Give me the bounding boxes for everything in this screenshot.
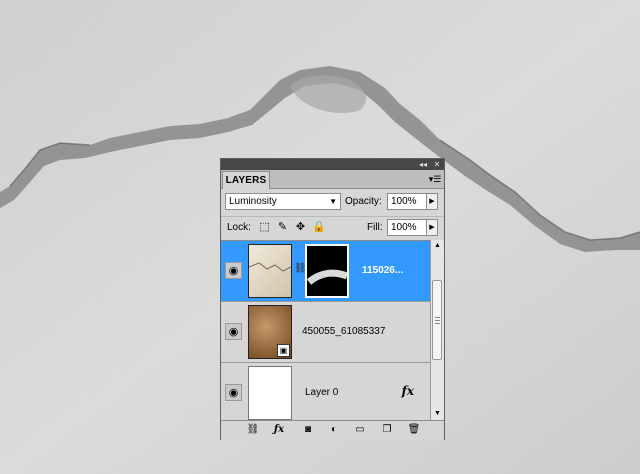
lock-fill-row: Lock: ⬚ ✎ ✥ 🔒 Fill: 100% ▶ (221, 216, 444, 239)
chevron-down-icon: ▼ (329, 197, 337, 206)
blend-opacity-row: Luminosity ▼ Opacity: 100% ▶ (221, 190, 444, 214)
scroll-up-icon[interactable]: ▲ (431, 240, 444, 252)
layer-thumbnail[interactable] (248, 244, 292, 298)
eye-icon[interactable]: ◉ (225, 262, 242, 279)
fx-icon[interactable]: fx (402, 384, 414, 398)
fill-input[interactable]: 100% (387, 219, 427, 236)
panel-bottom-bar: ⛓ ƒx ◙ ◐ ▭ ❐ 🗑 (221, 420, 444, 440)
adjustment-icon[interactable]: ◐ (326, 423, 342, 437)
lock-transparent-pixels-icon[interactable]: ⬚ (258, 221, 271, 234)
tab-row: LAYERS ▾☰ (221, 170, 444, 189)
folder-icon[interactable]: ▭ (352, 423, 368, 437)
fx-icon[interactable]: ƒx (271, 423, 287, 437)
layer-thumbnail[interactable] (248, 366, 292, 420)
layers-list: ◉ ⛓ 115026... ◉ ▣ 450055_61085337 ◉ Laye… (221, 240, 430, 421)
panel-menu-icon[interactable]: ▾☰ (428, 173, 442, 185)
smart-object-icon: ▣ (277, 344, 290, 357)
blend-mode-select[interactable]: Luminosity ▼ (225, 193, 341, 210)
layer-name[interactable]: 115026... (362, 265, 403, 277)
panel-titlebar[interactable]: ◂◂ ✕ (221, 159, 444, 170)
layers-panel: ◂◂ ✕ LAYERS ▾☰ Luminosity ▼ Opacity: 100… (220, 158, 445, 440)
opacity-slider-button[interactable]: ▶ (426, 193, 438, 210)
blend-mode-value: Luminosity (229, 196, 277, 207)
new-layer-icon[interactable]: ❐ (379, 423, 395, 437)
scroll-down-icon[interactable]: ▼ (431, 408, 444, 420)
fill-slider-button[interactable]: ▶ (426, 219, 438, 236)
layer-name[interactable]: Layer 0 (305, 387, 338, 399)
layers-scrollbar[interactable]: ▲ ▼ (430, 240, 444, 420)
layer-row[interactable]: ◉ Layer 0 fx (221, 363, 430, 421)
opacity-label: Opacity: (345, 196, 382, 207)
move-icon[interactable]: ✥ (294, 221, 307, 234)
layer-mask-thumbnail[interactable] (305, 244, 349, 298)
scrollbar-thumb[interactable] (432, 280, 442, 360)
mask-icon[interactable]: ◙ (300, 423, 316, 437)
lock-label: Lock: (227, 222, 251, 233)
tab-layers[interactable]: LAYERS (222, 171, 270, 189)
close-icon[interactable]: ✕ (431, 159, 443, 170)
link-icon[interactable]: ⛓ (245, 423, 261, 437)
opacity-input[interactable]: 100% (387, 193, 427, 210)
lock-icon[interactable]: 🔒 (312, 221, 326, 234)
fill-label: Fill: (367, 222, 383, 233)
layer-row[interactable]: ◉ ⛓ 115026... (221, 241, 430, 302)
eye-icon[interactable]: ◉ (225, 384, 242, 401)
double-chevron-icon[interactable]: ◂◂ (417, 159, 429, 170)
layer-name[interactable]: 450055_61085337 (302, 326, 385, 338)
layer-row[interactable]: ◉ ▣ 450055_61085337 (221, 302, 430, 363)
eye-icon[interactable]: ◉ (225, 323, 242, 340)
layer-thumbnail[interactable]: ▣ (248, 305, 292, 359)
trash-icon[interactable]: 🗑 (406, 423, 422, 437)
brush-icon[interactable]: ✎ (276, 221, 289, 234)
